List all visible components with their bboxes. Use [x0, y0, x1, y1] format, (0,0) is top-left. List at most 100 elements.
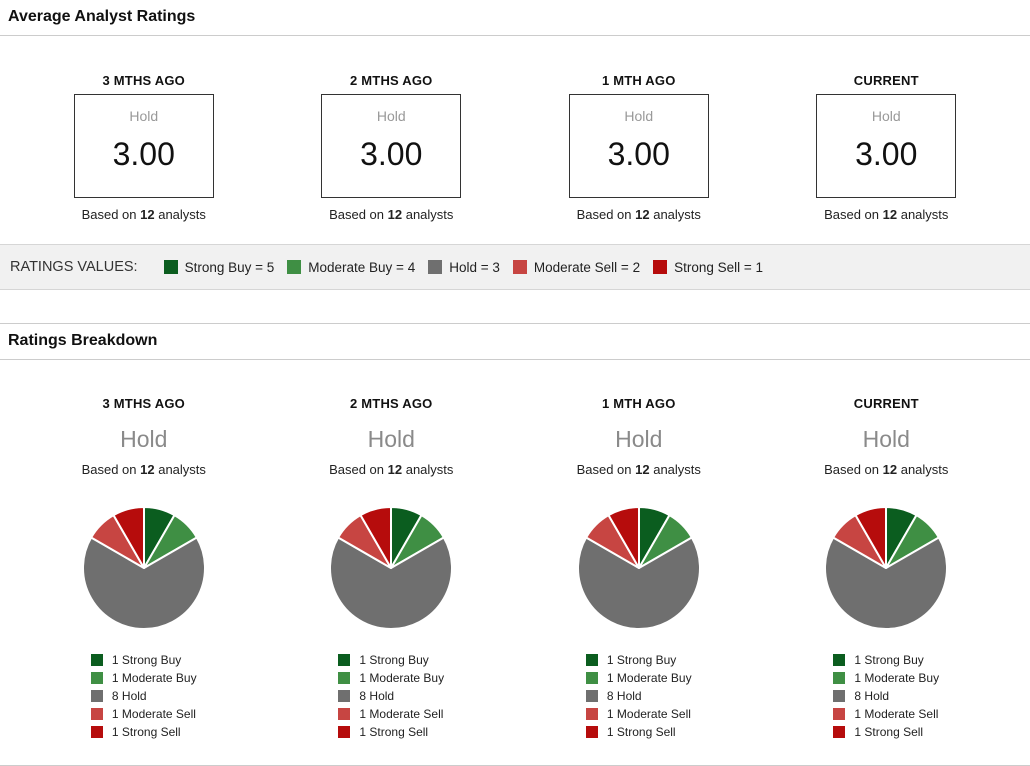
strong-sell-swatch-icon — [90, 726, 103, 738]
strong-sell-swatch-icon — [833, 726, 846, 738]
pie-chart-svg — [824, 506, 949, 630]
ratings-values-legend: Strong Buy = 5 Moderate Buy = 4 Hold = 3… — [163, 260, 763, 275]
rating-value: 3.00 — [855, 136, 918, 172]
legend-item-moderate-sell: 1 Moderate Sell — [833, 705, 939, 723]
legend-item-moderate-buy: 1 Moderate Buy — [833, 669, 939, 687]
rating-text: Hold — [129, 108, 159, 124]
analyst-count: 12 — [635, 462, 650, 477]
legend-item-strong-buy: 1 Strong Buy — [90, 651, 197, 669]
hold-swatch-icon — [90, 690, 103, 702]
analyst-count: 12 — [882, 462, 898, 477]
based-on-text: Based on 12 analysts — [329, 462, 454, 477]
period-label: 2 MTHS AGO — [350, 73, 433, 88]
breakdown-col-current: CURRENT Hold Based on 12 analysts 1 Stro… — [763, 396, 1011, 743]
moderate-sell-swatch-icon — [90, 708, 103, 720]
legend-item-strong-sell: 1 Strong Sell — [338, 723, 444, 741]
breakdown-col-1mth: 1 MTH AGO Hold Based on 12 analysts 1 St… — [515, 396, 763, 743]
rating-text: Hold — [376, 108, 406, 124]
legend-item-hold: Hold = 3 — [428, 260, 500, 275]
moderate-sell-swatch-icon — [585, 708, 598, 720]
legend-item-hold: 8 Hold — [833, 687, 939, 705]
analyst-count: 12 — [140, 462, 155, 477]
moderate-sell-swatch-icon — [338, 708, 351, 720]
pie-chart-svg — [329, 506, 454, 630]
pie-legend: 1 Strong Buy 1 Moderate Buy 8 Hold 1 Mod… — [90, 651, 197, 741]
average-ratings-title: Average Analyst Ratings — [0, 0, 1030, 36]
summary-col-2mths: 2 MTHS AGO Hold 3.00 Based on 12 analyst… — [268, 73, 516, 222]
analyst-count: 12 — [140, 207, 155, 222]
pie-chart-svg — [81, 506, 206, 630]
pie-legend: 1 Strong Buy 1 Moderate Buy 8 Hold 1 Mod… — [585, 651, 692, 741]
analyst-count: 12 — [387, 462, 403, 477]
based-on-text: Based on 12 analysts — [329, 207, 454, 222]
based-on-text: Based on 12 analysts — [576, 462, 701, 477]
strong-buy-swatch-icon — [585, 654, 598, 666]
rating-box: Hold 3.00 — [568, 94, 709, 198]
legend-item-moderate-sell: 1 Moderate Sell — [338, 705, 444, 723]
ratings-pie-chart — [515, 505, 763, 631]
strong-sell-swatch-icon — [338, 726, 351, 738]
rating-box: Hold 3.00 — [321, 94, 462, 198]
based-on-text: Based on 12 analysts — [824, 462, 949, 477]
hold-swatch-icon — [833, 690, 846, 702]
ratings-values-strip: RATINGS VALUES: Strong Buy = 5 Moderate … — [0, 244, 1030, 290]
period-label: 3 MTHS AGO — [102, 396, 185, 411]
period-label: CURRENT — [853, 396, 919, 411]
pie-legend: 1 Strong Buy 1 Moderate Buy 8 Hold 1 Mod… — [833, 651, 939, 741]
moderate-buy-swatch-icon — [90, 672, 103, 684]
rating-text: Hold — [624, 108, 654, 124]
rating-text: Hold — [120, 426, 168, 452]
breakdown-col-2mths: 2 MTHS AGO Hold Based on 12 analysts 1 S… — [268, 396, 516, 743]
strong-buy-swatch-icon — [833, 654, 846, 666]
strong-buy-swatch-icon — [163, 260, 178, 274]
ratings-breakdown-title: Ratings Breakdown — [0, 324, 1030, 360]
legend-item-strong-buy: 1 Strong Buy — [833, 651, 939, 669]
rating-value: 3.00 — [607, 136, 670, 172]
legend-item-moderate-sell: 1 Moderate Sell — [585, 705, 692, 723]
hold-swatch-icon — [338, 690, 351, 702]
analyst-count: 12 — [882, 207, 898, 222]
legend-item-strong-sell: 1 Strong Sell — [833, 723, 939, 741]
based-on-text: Based on 12 analysts — [81, 462, 206, 477]
breakdown-columns: 3 MTHS AGO Hold Based on 12 analysts 1 S… — [0, 396, 1030, 743]
legend-item-moderate-buy: 1 Moderate Buy — [338, 669, 444, 687]
based-on-text: Based on 12 analysts — [576, 207, 701, 222]
strong-buy-swatch-icon — [338, 654, 351, 666]
legend-item-strong-sell: 1 Strong Sell — [585, 723, 692, 741]
summary-col-current: CURRENT Hold 3.00 Based on 12 analysts — [763, 73, 1011, 222]
breakdown-col-3mths: 3 MTHS AGO Hold Based on 12 analysts 1 S… — [20, 396, 268, 743]
moderate-sell-swatch-icon — [833, 708, 846, 720]
analyst-count: 12 — [635, 207, 650, 222]
ratings-pie-chart — [268, 505, 516, 631]
legend-item-strong-sell: Strong Sell = 1 — [653, 260, 763, 275]
hold-swatch-icon — [585, 690, 598, 702]
legend-item-strong-buy: 1 Strong Buy — [338, 651, 444, 669]
pie-chart-svg — [576, 506, 701, 630]
legend-item-moderate-buy: Moderate Buy = 4 — [287, 260, 415, 275]
strong-buy-swatch-icon — [90, 654, 103, 666]
rating-text: Hold — [862, 426, 910, 452]
moderate-buy-swatch-icon — [585, 672, 598, 684]
rating-text: Hold — [615, 426, 663, 452]
legend-item-moderate-buy: 1 Moderate Buy — [585, 669, 692, 687]
rating-value: 3.00 — [112, 136, 175, 172]
strong-sell-swatch-icon — [653, 260, 668, 274]
legend-item-moderate-buy: 1 Moderate Buy — [90, 669, 197, 687]
legend-item-moderate-sell: Moderate Sell = 2 — [512, 260, 640, 275]
based-on-text: Based on 12 analysts — [824, 207, 949, 222]
moderate-buy-swatch-icon — [833, 672, 846, 684]
legend-item-strong-sell: 1 Strong Sell — [90, 723, 197, 741]
ratings-breakdown-section: Ratings Breakdown 3 MTHS AGO Hold Based … — [0, 323, 1030, 766]
analyst-count: 12 — [387, 207, 403, 222]
period-label: 1 MTH AGO — [601, 396, 676, 411]
period-label: CURRENT — [853, 73, 919, 88]
rating-box: Hold 3.00 — [73, 94, 214, 198]
summary-col-1mth: 1 MTH AGO Hold 3.00 Based on 12 analysts — [515, 73, 763, 222]
legend-item-hold: 8 Hold — [585, 687, 692, 705]
legend-item-moderate-sell: 1 Moderate Sell — [90, 705, 197, 723]
moderate-buy-swatch-icon — [287, 260, 302, 274]
ratings-pie-chart — [20, 505, 268, 631]
legend-item-hold: 8 Hold — [90, 687, 197, 705]
legend-item-strong-buy: Strong Buy = 5 — [163, 260, 274, 275]
legend-item-hold: 8 Hold — [338, 687, 444, 705]
